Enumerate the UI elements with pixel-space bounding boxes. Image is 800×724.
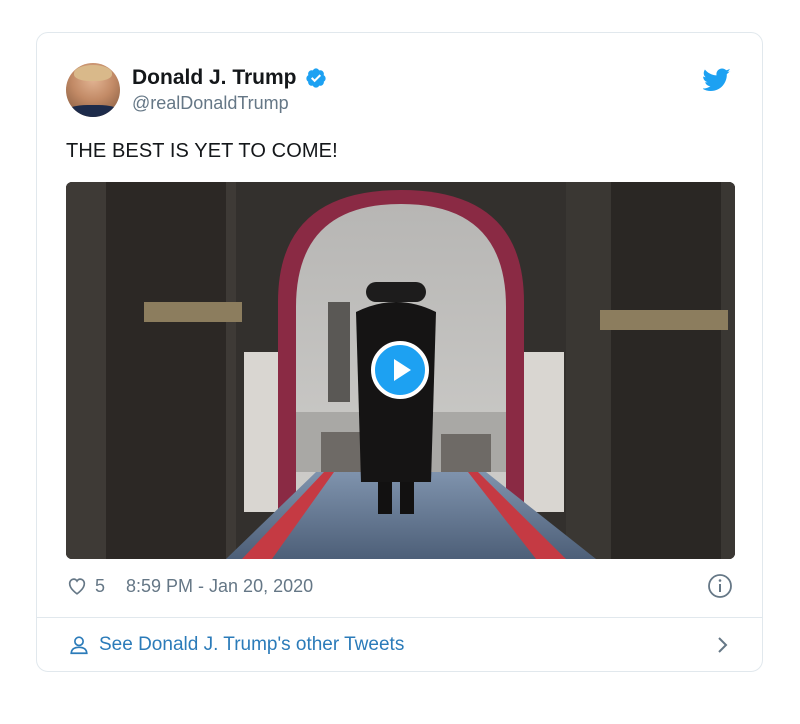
- like-count: 5: [95, 575, 106, 596]
- tweet-meta: 5 8:59 PM - Jan 20, 2020: [66, 573, 733, 601]
- tweet-timestamp[interactable]: 8:59 PM - Jan 20, 2020: [126, 576, 313, 597]
- author-handle[interactable]: @realDonaldTrump: [132, 93, 327, 114]
- info-icon[interactable]: [707, 573, 733, 599]
- person-icon: [70, 636, 88, 655]
- avatar-hair: [74, 65, 112, 81]
- author-info[interactable]: Donald J. Trump @realDonaldTrump: [132, 66, 327, 114]
- tweet-video[interactable]: [66, 182, 735, 559]
- author-avatar[interactable]: [66, 63, 120, 117]
- play-icon[interactable]: [371, 341, 429, 399]
- author-display-name[interactable]: Donald J. Trump: [132, 66, 297, 90]
- tweet-header: Donald J. Trump @realDonaldTrump: [66, 62, 733, 118]
- see-other-tweets-label: See Donald J. Trump's other Tweets: [99, 634, 405, 655]
- see-other-tweets-link[interactable]: See Donald J. Trump's other Tweets: [66, 618, 733, 672]
- chevron-right-icon: [718, 637, 728, 653]
- like-button[interactable]: 5: [66, 575, 105, 597]
- heart-icon: [68, 578, 86, 595]
- tweet-text: THE BEST IS YET TO COME!: [66, 140, 338, 162]
- verified-badge-icon: [306, 68, 326, 88]
- avatar-suit: [66, 105, 120, 117]
- tweet-card: Donald J. Trump @realDonaldTrump THE BES…: [36, 32, 763, 672]
- twitter-bird-icon[interactable]: [703, 68, 731, 92]
